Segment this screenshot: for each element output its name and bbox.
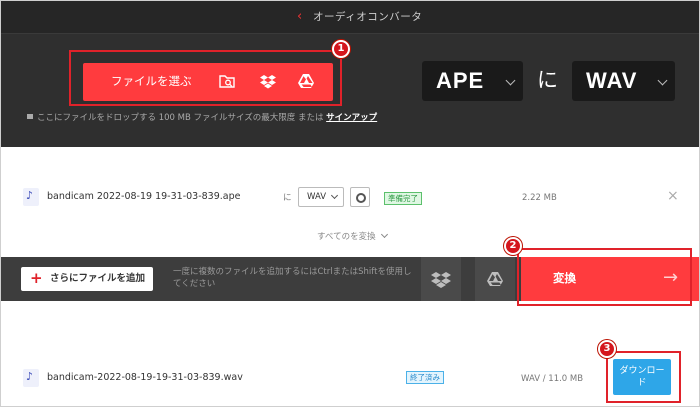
format-connector: に <box>537 68 558 92</box>
chevron-down-icon <box>505 75 516 86</box>
annotation-box-3 <box>606 351 681 403</box>
multi-select-hint: 一度に複数のファイルを追加するにはCtrlまたはShiftを使用してください <box>173 267 412 289</box>
to-label: に <box>283 193 292 203</box>
annotation-badge-1: 1 <box>332 40 350 58</box>
status-badge-finished: 終了済み <box>406 371 444 384</box>
annotation-badge-2: 2 <box>504 237 522 255</box>
google-drive-button[interactable] <box>475 257 515 301</box>
from-format-select[interactable]: APE <box>422 61 523 101</box>
upload-panel: ‹ オーディオコンバータ 1 ファイルを選ぶ APE に WAV ここにファイル… <box>1 1 699 147</box>
app-frame: ‹ オーディオコンバータ 1 ファイルを選ぶ APE に WAV ここにファイル… <box>0 0 700 407</box>
google-drive-icon <box>487 272 503 286</box>
audio-file-icon <box>23 369 39 387</box>
chevron-down-icon <box>657 75 668 86</box>
choose-file-button[interactable]: ファイルを選ぶ <box>83 63 333 101</box>
chevron-down-icon <box>380 230 388 239</box>
folder-search-icon[interactable] <box>218 72 236 90</box>
chevron-down-icon <box>330 191 339 200</box>
result-file-size: WAV / 11.0 MB <box>521 374 584 384</box>
drop-text: ここにファイルをドロップする 100 MB ファイルサイズの最大限度 または <box>37 113 324 123</box>
lock-icon <box>27 114 33 119</box>
dropbox-icon[interactable] <box>259 72 277 90</box>
source-file-name: bandicam 2022-08-19 19-31-03-839.ape <box>47 191 241 202</box>
top-bar: ‹ オーディオコンバータ <box>1 1 699 34</box>
convert-all-label: すべてのを変換 <box>317 232 376 242</box>
target-format-select[interactable]: WAV <box>298 187 344 207</box>
source-file-size: 2.22 MB <box>522 193 557 203</box>
dropbox-icon <box>431 272 451 288</box>
from-format-value: APE <box>436 68 485 93</box>
add-more-files-label: さらにファイルを追加 <box>50 273 146 284</box>
convert-all-toggle[interactable]: すべてのを変換 <box>317 230 388 243</box>
result-file-name: bandicam-2022-08-19-19-31-03-839.wav <box>47 372 243 383</box>
to-format-select[interactable]: WAV <box>572 61 675 101</box>
annotation-box-2 <box>517 248 692 306</box>
gear-icon[interactable] <box>350 187 370 207</box>
google-drive-icon[interactable] <box>297 72 315 90</box>
dropbox-button[interactable] <box>421 257 461 301</box>
to-format-value: WAV <box>586 68 638 93</box>
choose-file-label: ファイルを選ぶ <box>111 74 192 88</box>
audio-file-icon <box>23 188 39 206</box>
plus-icon: + <box>30 269 43 287</box>
annotation-badge-3: 3 <box>598 340 616 358</box>
back-icon[interactable]: ‹ <box>297 9 302 25</box>
target-format-value: WAV <box>307 192 327 202</box>
signup-link[interactable]: サインアップ <box>326 113 377 123</box>
add-more-files-button[interactable]: + さらにファイルを追加 <box>21 267 153 291</box>
drop-info: ここにファイルをドロップする 100 MB ファイルサイズの最大限度 または サ… <box>27 113 377 124</box>
status-badge-ready: 準備完了 <box>384 192 422 205</box>
close-icon[interactable]: × <box>667 189 679 203</box>
page-title: オーディオコンバータ <box>313 11 423 23</box>
